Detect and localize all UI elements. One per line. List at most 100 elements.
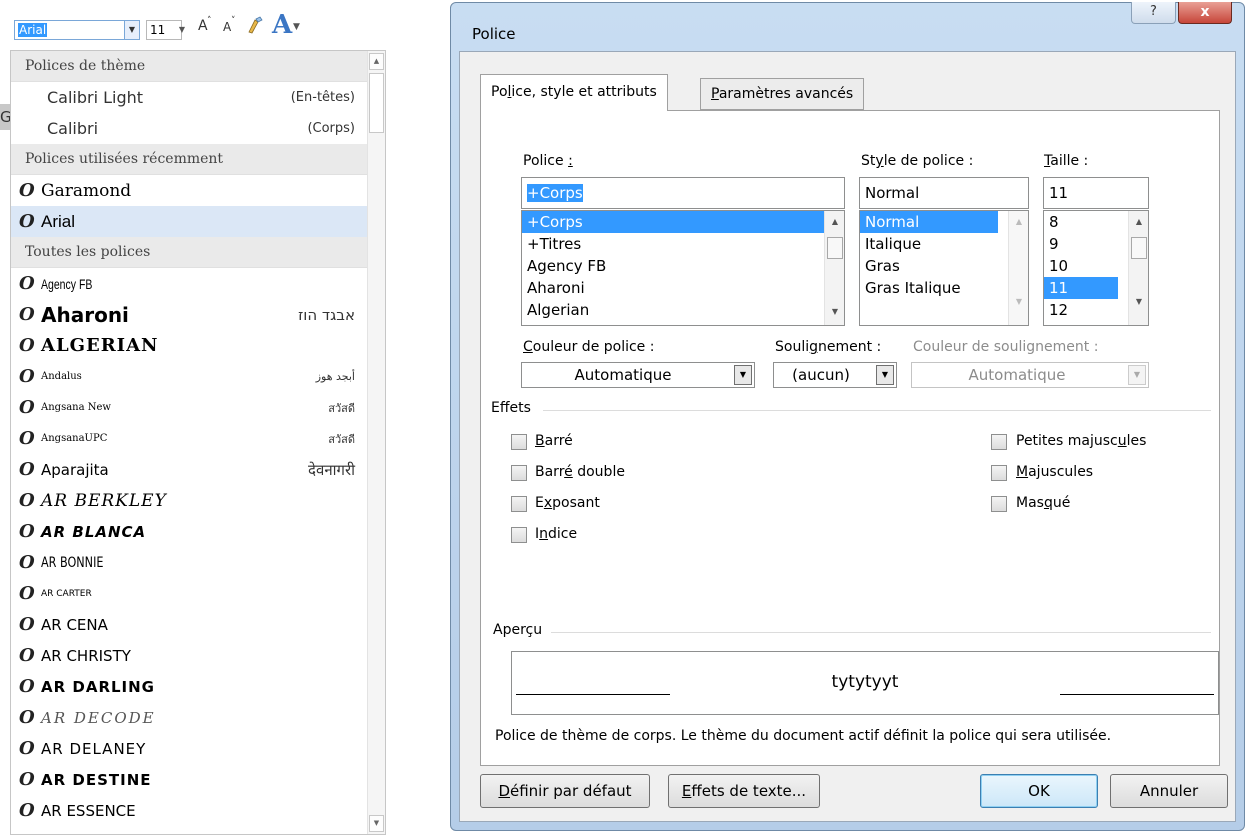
font-item-calibri[interactable]: Calibri (Corps) — [11, 113, 385, 144]
scroll-up-icon[interactable]: ▲ — [369, 53, 384, 70]
dialog-titlebar[interactable]: Police ? x — [451, 2, 1244, 43]
font-style-list[interactable]: Normal Italique Gras Gras Italique ▲ ▼ — [859, 210, 1029, 326]
double-strikethrough-checkbox[interactable] — [511, 465, 527, 481]
font-style-input[interactable]: Normal — [859, 177, 1029, 209]
tab-parametres-avances[interactable]: Paramètres avancés — [700, 78, 865, 110]
preview-description: Police de thème de corps. Le thème du do… — [495, 728, 1112, 744]
list-item[interactable]: Algerian — [522, 299, 844, 321]
font-item-ar-delaney[interactable]: O AR DELANEY — [11, 733, 385, 764]
all-caps-checkbox[interactable] — [991, 465, 1007, 481]
size-list-scrollbar[interactable]: ▲ ▼ — [1128, 211, 1148, 325]
button-accel: D — [498, 782, 510, 800]
scroll-down-icon[interactable]: ▼ — [369, 815, 384, 832]
set-default-button[interactable]: Définir par défaut — [480, 774, 650, 808]
scroll-down-icon[interactable]: ▼ — [1132, 297, 1146, 306]
font-list-scrollbar[interactable]: ▲ ▼ — [367, 51, 385, 834]
font-item-aparajita[interactable]: O Aparajita देवनागरी — [11, 454, 385, 485]
list-item[interactable]: 11 — [1044, 277, 1118, 299]
font-sample: สวัสดี — [328, 432, 355, 446]
font-item-label: Calibri Light — [47, 88, 144, 107]
scroll-up-icon[interactable]: ▲ — [1012, 217, 1026, 226]
font-size-input[interactable]: 11 — [1043, 177, 1149, 209]
text-effects-button[interactable]: Effets de texte... — [668, 774, 820, 808]
font-color-select[interactable]: Automatique ▼ — [521, 362, 755, 388]
label-part: Petites majusc — [1016, 433, 1118, 449]
text-effects-arrow-icon[interactable]: ▼ — [293, 22, 300, 32]
scroll-up-icon[interactable]: ▲ — [828, 217, 842, 226]
font-name-list[interactable]: +Corps +Titres Agency FB Aharoni Algeria… — [521, 210, 845, 326]
font-size-dropdown-arrow[interactable]: ▼ — [175, 20, 189, 40]
strikethrough-checkbox[interactable] — [511, 434, 527, 450]
underline-color-select[interactable]: Automatique ▼ — [911, 362, 1149, 388]
ok-button[interactable]: OK — [980, 774, 1098, 808]
font-item-andalus[interactable]: O Andalus أبجد هوز — [11, 361, 385, 392]
opentype-font-icon: O — [19, 366, 35, 387]
list-item[interactable]: Gras Italique — [860, 277, 1028, 299]
list-item[interactable]: Italique — [860, 233, 1028, 255]
font-item-ar-berkley[interactable]: O AR BERKLEY — [11, 485, 385, 516]
hidden-checkbox[interactable] — [991, 496, 1007, 512]
font-item-ar-decode[interactable]: O AR DECODE — [11, 702, 385, 733]
font-item-angsanaupc[interactable]: O AngsanaUPC สวัสดี — [11, 423, 385, 454]
scroll-up-icon[interactable]: ▲ — [1132, 217, 1146, 226]
list-item[interactable]: Gras — [860, 255, 1028, 277]
font-item-label: AR CARTER — [41, 588, 92, 599]
underline-select[interactable]: (aucun) ▼ — [773, 362, 897, 388]
chevron-down-icon[interactable]: ▼ — [876, 365, 894, 385]
cancel-button[interactable]: Annuler — [1110, 774, 1228, 808]
label-part: E — [535, 495, 544, 511]
scroll-thumb[interactable] — [1131, 237, 1147, 259]
scroll-down-icon[interactable]: ▼ — [828, 307, 842, 316]
chevron-down-icon[interactable]: ▼ — [734, 365, 752, 385]
subscript-checkbox[interactable] — [511, 527, 527, 543]
font-item-ar-destine[interactable]: O AR DESTINE — [11, 764, 385, 795]
small-caps-checkbox[interactable] — [991, 434, 1007, 450]
font-item-ar-bonnie[interactable]: O AR BONNIE — [11, 547, 385, 578]
font-item-aharoni[interactable]: O Aharoni אבגד הוז — [11, 299, 385, 330]
label-accel: n — [539, 526, 549, 542]
font-item-algerian[interactable]: O ALGERIAN — [11, 330, 385, 361]
font-name-box[interactable]: Arial — [14, 20, 129, 40]
help-icon[interactable]: ? — [1131, 2, 1176, 24]
font-item-agency-fb[interactable]: O Agency FB — [11, 268, 385, 299]
font-sample: देवनागरी — [308, 460, 355, 479]
font-item-ar-blanca[interactable]: O AR BLANCA — [11, 516, 385, 547]
scroll-thumb[interactable] — [369, 73, 384, 133]
underline-value: (aucun) — [792, 366, 850, 384]
font-item-arial[interactable]: O Arial — [11, 206, 385, 237]
font-name-input[interactable]: +Corps — [521, 177, 845, 209]
chevron-down-icon[interactable]: ▼ — [1128, 365, 1146, 385]
size-label: Taille : — [1044, 153, 1088, 169]
font-name-dropdown-arrow[interactable]: ▼ — [124, 20, 140, 40]
text-effects-icon[interactable]: A — [272, 10, 292, 40]
font-item-ar-cena[interactable]: O AR CENA — [11, 609, 385, 640]
underline-label: Soulignement : — [775, 339, 881, 355]
font-list-scrollbar[interactable]: ▲ ▼ — [824, 211, 844, 325]
font-item-ar-carter[interactable]: O AR CARTER — [11, 578, 385, 609]
list-item[interactable]: +Titres — [522, 233, 844, 255]
font-item-ar-essence[interactable]: O AR ESSENCE — [11, 795, 385, 826]
scroll-thumb[interactable] — [827, 237, 843, 259]
scroll-down-icon[interactable]: ▼ — [1012, 297, 1026, 306]
font-dropdown: Polices de thème Calibri Light (En-têtes… — [10, 50, 386, 835]
list-item[interactable]: +Corps — [522, 211, 824, 233]
tab-police-style-attributs[interactable]: Police, style et attributs — [480, 74, 668, 111]
label-accel: y — [875, 153, 884, 169]
font-item-ar-christy[interactable]: O AR CHRISTY — [11, 640, 385, 671]
font-item-angsana-new[interactable]: O Angsana New สวัสดี — [11, 392, 385, 423]
font-item-ar-darling[interactable]: O AR DARLING — [11, 671, 385, 702]
opentype-font-icon: O — [19, 211, 35, 232]
list-item[interactable]: Normal — [860, 211, 998, 233]
list-item[interactable]: Aharoni — [522, 277, 844, 299]
grow-caret-icon: ˄ — [207, 16, 212, 26]
clear-format-brush-icon[interactable] — [246, 16, 264, 40]
font-item-garamond[interactable]: O Garamond — [11, 175, 385, 206]
font-size-list[interactable]: 8 9 10 11 12 ▲ ▼ — [1043, 210, 1149, 326]
style-list-scrollbar[interactable]: ▲ ▼ — [1008, 211, 1028, 325]
hidden-label: Masqué — [1016, 495, 1070, 511]
close-icon[interactable]: x — [1178, 2, 1232, 24]
font-item-calibri-light[interactable]: Calibri Light (En-têtes) — [11, 82, 385, 113]
shrink-font-icon[interactable]: A — [223, 20, 231, 34]
list-item[interactable]: Agency FB — [522, 255, 844, 277]
superscript-checkbox[interactable] — [511, 496, 527, 512]
